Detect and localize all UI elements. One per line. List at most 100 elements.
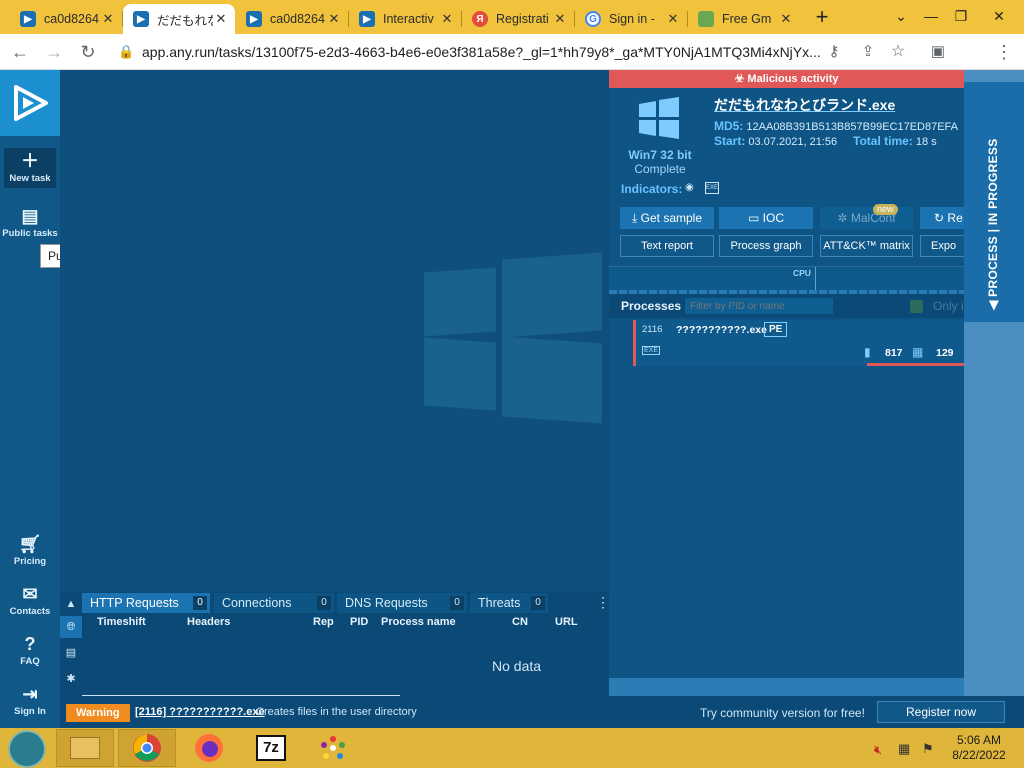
process-filter-input[interactable]	[685, 298, 833, 314]
tab-dns-requests[interactable]: DNS Requests 0	[337, 593, 467, 613]
key-icon[interactable]: ⚷	[822, 40, 846, 64]
close-tab-icon[interactable]: ✕	[100, 11, 116, 27]
warning-process-link[interactable]: [2116] ???????????.exe	[135, 706, 265, 718]
only-important-label: Only i	[933, 299, 964, 313]
close-window-button[interactable]: ✕	[984, 4, 1014, 28]
share-icon[interactable]: ⇪	[856, 40, 880, 64]
bug-icon[interactable]: ✱	[60, 668, 82, 690]
processes-title: Processes	[621, 299, 682, 313]
process-row[interactable]: 2116 ???????????.exe PE EXE ▮ 817 ▦ 129	[633, 320, 964, 366]
clock-time: 5:06 AM	[956, 733, 1002, 747]
ioc-button[interactable]: ▭ IOC	[719, 207, 813, 229]
browser-tab-active[interactable]: ▶ だだもれな ✕	[123, 4, 235, 34]
close-tab-icon[interactable]: ✕	[665, 11, 681, 27]
network-icon[interactable]: ▦	[898, 741, 910, 757]
nav-faq[interactable]: ? FAQ	[0, 634, 60, 667]
back-arrow-icon[interactable]: ←	[8, 40, 32, 64]
network-indicator-icon[interactable]: ◉	[685, 182, 699, 194]
7zip-taskbar-button[interactable]: 7z	[242, 729, 300, 767]
tab-search-icon[interactable]: ⌄	[886, 4, 916, 28]
minimize-button[interactable]: —	[916, 4, 946, 28]
exe-indicator-icon[interactable]: EXE	[705, 182, 719, 194]
speaker-muted-icon[interactable]: 🔇︎	[874, 742, 882, 758]
new-tab-button[interactable]: +	[810, 6, 834, 30]
windows-taskbar: 7z	[0, 728, 1024, 768]
file-list-icon[interactable]: ▤	[60, 642, 82, 664]
close-tab-icon[interactable]: ✕	[439, 11, 455, 27]
column-header[interactable]: Headers	[187, 616, 230, 628]
os-name: Win7 32 bit	[628, 148, 692, 162]
collapse-up-icon[interactable]: ▲	[60, 593, 82, 615]
more-options-icon[interactable]: ⋮	[596, 594, 610, 611]
close-tab-icon[interactable]: ✕	[778, 11, 794, 27]
browser-tab[interactable]: ▶ ca0d8264 ✕	[236, 4, 348, 34]
triangle-icon: ◀	[986, 300, 1000, 310]
nav-pricing[interactable]: 🛒︎ Pricing	[0, 534, 60, 567]
firefox-taskbar-button[interactable]	[180, 729, 238, 767]
task-info-panel: ☣ Malicious activity Win7 32 bit Complet…	[609, 70, 964, 696]
7zip-icon: 7z	[256, 735, 286, 761]
start-button[interactable]	[8, 730, 46, 768]
help-icon: ?	[24, 634, 36, 654]
nav-sign-in[interactable]: ⇥ Sign In	[0, 684, 60, 717]
column-header[interactable]: URL	[555, 616, 578, 628]
get-sample-button[interactable]: ⤓ Get sample	[620, 207, 714, 229]
processes-header: Processes Only i	[609, 294, 964, 318]
tab-count: 0	[531, 596, 545, 610]
start-value: 03.07.2021, 21:56	[748, 136, 838, 148]
reload-icon[interactable]: ↻	[76, 40, 100, 64]
md5-value[interactable]: 12AA08B391B513B857B99EC17ED87EFA	[746, 121, 958, 133]
column-header[interactable]: PID	[350, 616, 368, 628]
close-tab-icon[interactable]: ✕	[213, 11, 229, 27]
restore-button[interactable]: ❐	[946, 4, 976, 28]
app-taskbar-button[interactable]	[304, 729, 362, 767]
nav-public-tasks[interactable]: ▤ Public tasks	[0, 206, 60, 239]
close-tab-icon[interactable]: ✕	[552, 11, 568, 27]
tab-connections[interactable]: Connections 0	[214, 593, 334, 613]
side-panel-icon[interactable]: ▣	[926, 40, 950, 64]
browser-tab[interactable]: ▶ ca0d8264 ✕	[10, 4, 122, 34]
action-center-icon[interactable]: ⚑	[922, 741, 934, 757]
taskbar-clock[interactable]: 5:06 AM 8/22/2022	[944, 733, 1014, 763]
tab-label: HTTP Requests	[90, 596, 179, 610]
process-graph-button[interactable]: Process graph	[719, 235, 813, 257]
malconf-button[interactable]: ✲ MalConf	[820, 207, 913, 229]
browser-tab[interactable]: ▶ Interactiv ✕	[349, 4, 461, 34]
bookmark-star-icon[interactable]: ☆	[886, 40, 910, 64]
process-progress-strip[interactable]: ◀ PROCESS | IN PROGRESS	[964, 70, 1024, 696]
close-tab-icon[interactable]: ✕	[326, 11, 342, 27]
attck-matrix-button[interactable]: ATT&CK™ matrix	[820, 235, 913, 257]
browser-tab[interactable]: Я Registrati ✕	[462, 4, 574, 34]
tab-threats[interactable]: Threats 0	[470, 593, 548, 613]
restart-button[interactable]: ↻ Re	[920, 207, 964, 229]
tab-http-requests[interactable]: HTTP Requests 0	[82, 593, 210, 613]
browser-tab[interactable]: Free Gm ✕	[688, 4, 800, 34]
community-link[interactable]: Try community version for free!	[700, 706, 865, 720]
column-header[interactable]: CN	[512, 616, 528, 628]
browser-tab[interactable]: G Sign in - ✕	[575, 4, 687, 34]
anyrun-logo-icon	[14, 85, 48, 121]
menu-dots-icon[interactable]: ⋮	[992, 40, 1016, 64]
nav-new-task[interactable]: ＋ New task	[4, 148, 56, 188]
explorer-taskbar-button[interactable]	[56, 729, 114, 767]
column-header[interactable]: Rep	[313, 616, 334, 628]
anyrun-logo[interactable]	[0, 70, 60, 136]
export-button[interactable]: Expo	[920, 235, 964, 257]
nav-contacts[interactable]: ✉ Contacts	[0, 584, 60, 617]
network-panel: ▲ 🌐︎ ▤ ✱ HTTP Requests 0 Connections 0 D…	[60, 592, 610, 697]
column-header[interactable]: Timeshift	[97, 616, 146, 628]
text-report-button[interactable]: Text report	[620, 235, 714, 257]
chrome-taskbar-button[interactable]	[118, 729, 176, 767]
register-now-button[interactable]: Register now	[877, 701, 1005, 723]
globe-icon[interactable]: 🌐︎	[60, 616, 82, 638]
start-row: Start: 03.07.2021, 21:56	[714, 134, 837, 148]
exe-tag: EXE	[642, 346, 661, 355]
column-header[interactable]: Process name	[381, 616, 456, 628]
windows-logo-pane	[424, 267, 496, 337]
address-bar[interactable]: 🔒 app.any.run/tasks/13100f75-e2d3-4663-b…	[112, 40, 820, 64]
vm-desktop[interactable]	[60, 70, 609, 592]
forward-arrow-icon[interactable]: →	[42, 40, 66, 64]
only-important-checkbox[interactable]	[910, 300, 923, 313]
warning-bar: Warning [2116] ???????????.exe Creates f…	[60, 696, 1024, 728]
file-name[interactable]: だだもれなわとびランド.exe	[714, 95, 895, 115]
